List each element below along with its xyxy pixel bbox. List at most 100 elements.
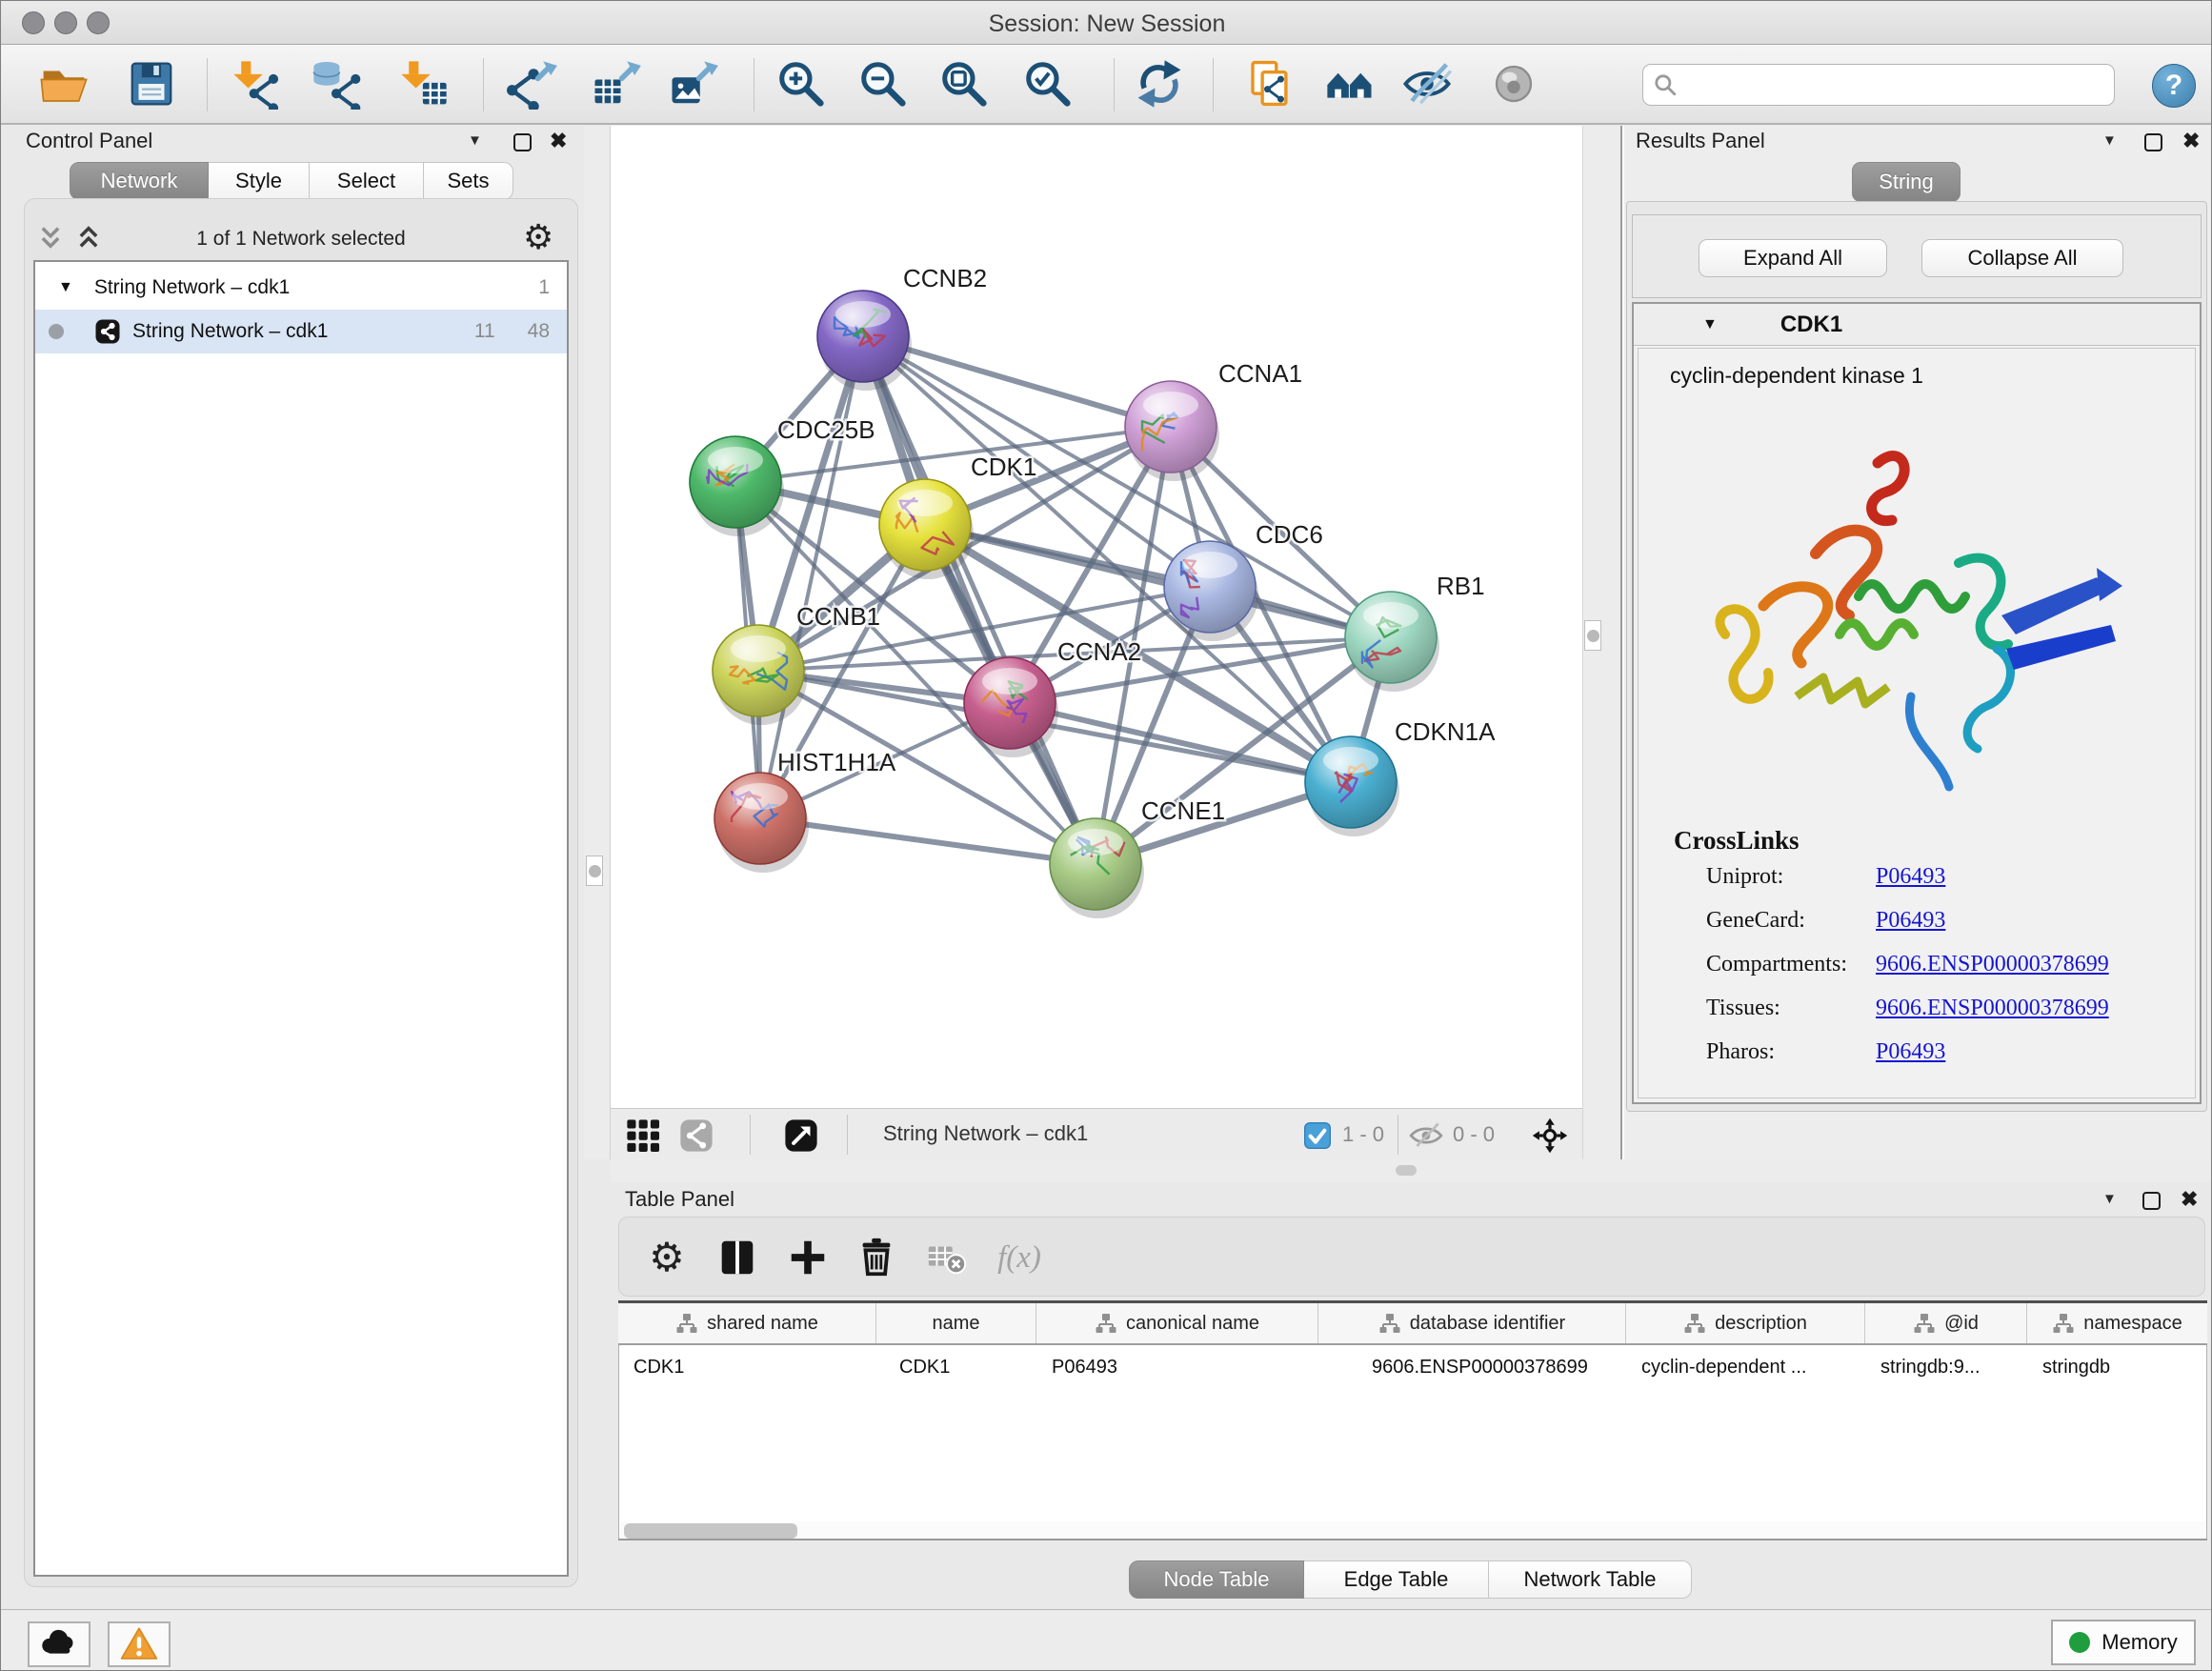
collapse-all-networks-icon[interactable] [37,224,64,251]
show-hidden-eye-icon[interactable] [1484,54,1543,113]
search-input[interactable] [1685,72,2104,97]
cell-description[interactable]: cyclin-dependent ... [1626,1347,1865,1387]
edge-HIST1H1A-CCNE1[interactable] [760,818,1096,864]
network-options-gear-icon[interactable]: ⚙ [523,220,553,254]
cloud-button[interactable] [28,1621,90,1667]
hide-selected-eye-slash-icon[interactable] [1398,54,1457,113]
clone-network-icon[interactable] [1240,54,1299,113]
control-panel-close-icon[interactable]: ✖ [550,131,567,150]
string-network-graph[interactable]: CCNB2CCNA1CDC25BCDK1CDC6RB1CCNB1CCNA2CDK… [611,126,1582,1108]
export-table-icon[interactable] [587,54,646,113]
cell-name[interactable]: CDK1 [876,1347,1036,1387]
tab-string[interactable]: String [1852,162,1961,202]
selected-checkbox-icon[interactable] [1302,1117,1333,1155]
right-splitter[interactable] [1582,126,1620,1159]
help-button[interactable]: ? [2152,64,2196,108]
expand-all-networks-icon[interactable] [75,224,102,251]
column-header-canonical-name[interactable]: canonical name [1036,1303,1318,1343]
edge-CCNB2-HIST1H1A[interactable] [760,336,863,818]
network-row-label: String Network – cdk1 [132,320,328,343]
bottom-splitter[interactable] [611,1159,2212,1182]
node-label-CDKN1A: CDKN1A [1395,717,1496,746]
tab-select[interactable]: Select [310,162,424,200]
table-panel-collapse-icon[interactable]: ▼ [2102,1191,2117,1207]
delete-column-icon[interactable] [850,1231,903,1284]
network-collection-row[interactable]: ▼ String Network – cdk1 1 [35,266,567,310]
cell-canonical-name[interactable]: P06493 [1036,1347,1318,1387]
tab-sets[interactable]: Sets [424,162,513,200]
edge-CCNB2-CCNE1[interactable] [863,336,1096,864]
crosslink-pharos-link[interactable]: P06493 [1876,1039,1945,1065]
table-panel-close-icon[interactable]: ✖ [2181,1190,2198,1208]
memory-button[interactable]: Memory [2051,1620,2196,1665]
control-panel-float-icon[interactable] [513,133,532,151]
right-splitter-handle[interactable] [1584,620,1601,651]
column-header-database-identifier[interactable]: database identifier [1318,1303,1626,1343]
scrollbar-thumb[interactable] [624,1523,797,1539]
birdseye-view-icon[interactable] [782,1117,820,1155]
left-splitter[interactable] [584,126,611,1159]
column-header-namespace[interactable]: namespace [2027,1303,2207,1343]
share-view-icon[interactable] [677,1117,715,1155]
tab-style[interactable]: Style [209,162,310,200]
tab-network[interactable]: Network [70,162,209,200]
column-header-name[interactable]: name [876,1303,1036,1343]
hidden-eye-slash-icon[interactable] [1407,1117,1445,1155]
control-panel-collapse-icon[interactable]: ▼ [468,132,482,149]
results-panel-float-icon[interactable] [2144,133,2162,151]
export-image-icon[interactable] [664,54,723,113]
node-label-CCNB1: CCNB1 [796,602,880,631]
graphics-details-icon[interactable] [1320,54,1379,113]
crosslink-uniprot-link[interactable]: P06493 [1876,864,1945,890]
import-network-icon[interactable] [227,54,286,113]
graph-node-CDKN1A[interactable]: CDKN1A [1305,717,1496,828]
zoom-in-icon[interactable] [772,54,831,113]
cell-namespace[interactable]: stringdb [2027,1347,2207,1387]
graph-node-RB1[interactable]: RB1 [1345,572,1485,683]
open-session-icon[interactable] [34,54,93,113]
zoom-selected-icon[interactable] [1018,54,1077,113]
expand-triangle-icon[interactable]: ▼ [58,279,73,296]
cell-database-identifier[interactable]: 9606.ENSP00000378699 [1318,1347,1626,1387]
table-panel-float-icon[interactable] [2142,1192,2161,1210]
network-row-selected[interactable]: String Network – cdk1 11 48 [35,310,567,353]
left-splitter-handle[interactable] [586,856,603,886]
cell-shared-name[interactable]: CDK1 [618,1347,876,1387]
save-session-icon[interactable] [122,54,181,113]
add-column-icon[interactable] [711,1231,764,1284]
import-database-icon[interactable] [307,54,366,113]
column-header-id[interactable]: @id [1865,1303,2027,1343]
cdk1-entry-header[interactable]: ▼ CDK1 [1634,304,2200,346]
table-row[interactable]: CDK1 CDK1 P06493 9606.ENSP00000378699 cy… [618,1347,2207,1387]
table-horizontal-scrollbar[interactable] [620,1521,2205,1540]
tab-edge-table[interactable]: Edge Table [1304,1560,1489,1599]
zoom-fit-icon[interactable] [935,54,994,113]
crosslink-genecard-link[interactable]: P06493 [1876,908,1945,934]
import-table-icon[interactable] [394,54,453,113]
grid-view-icon[interactable] [624,1117,662,1155]
graph-node-HIST1H1A[interactable]: HIST1H1A [714,748,896,864]
column-header-description[interactable]: description [1626,1303,1865,1343]
tab-network-table[interactable]: Network Table [1489,1560,1692,1599]
crosslink-tissues-link[interactable]: 9606.ENSP00000378699 [1876,996,2109,1021]
crosshair-navigate-icon[interactable] [1531,1117,1569,1155]
tab-node-table[interactable]: Node Table [1129,1560,1304,1599]
column-header-shared-name[interactable]: shared name [618,1303,876,1343]
zoom-out-icon[interactable] [854,54,913,113]
crosslink-compartments-link[interactable]: 9606.ENSP00000378699 [1876,952,2109,977]
entry-collapse-triangle-icon[interactable]: ▼ [1702,316,1718,333]
results-panel-close-icon[interactable]: ✖ [2182,131,2200,150]
apply-layout-icon[interactable] [1130,54,1189,113]
export-network-icon[interactable] [503,54,562,113]
expand-all-button[interactable]: Expand All [1699,239,1887,277]
add-row-icon[interactable] [781,1231,835,1284]
cell-at-id[interactable]: stringdb:9... [1865,1347,2027,1387]
bottom-splitter-handle[interactable] [1396,1165,1417,1176]
table-settings-gear-icon[interactable]: ⚙ [640,1231,694,1284]
network-canvas[interactable]: CCNB2CCNA1CDC25BCDK1CDC6RB1CCNB1CCNA2CDK… [611,126,1582,1108]
search-box[interactable] [1642,64,2115,106]
results-panel-collapse-icon[interactable]: ▼ [2102,132,2117,149]
application-window: Session: New Session ? Control Panel ▼ [0,0,2212,1671]
warnings-button[interactable] [108,1621,171,1667]
collapse-all-button[interactable]: Collapse All [1921,239,2123,277]
